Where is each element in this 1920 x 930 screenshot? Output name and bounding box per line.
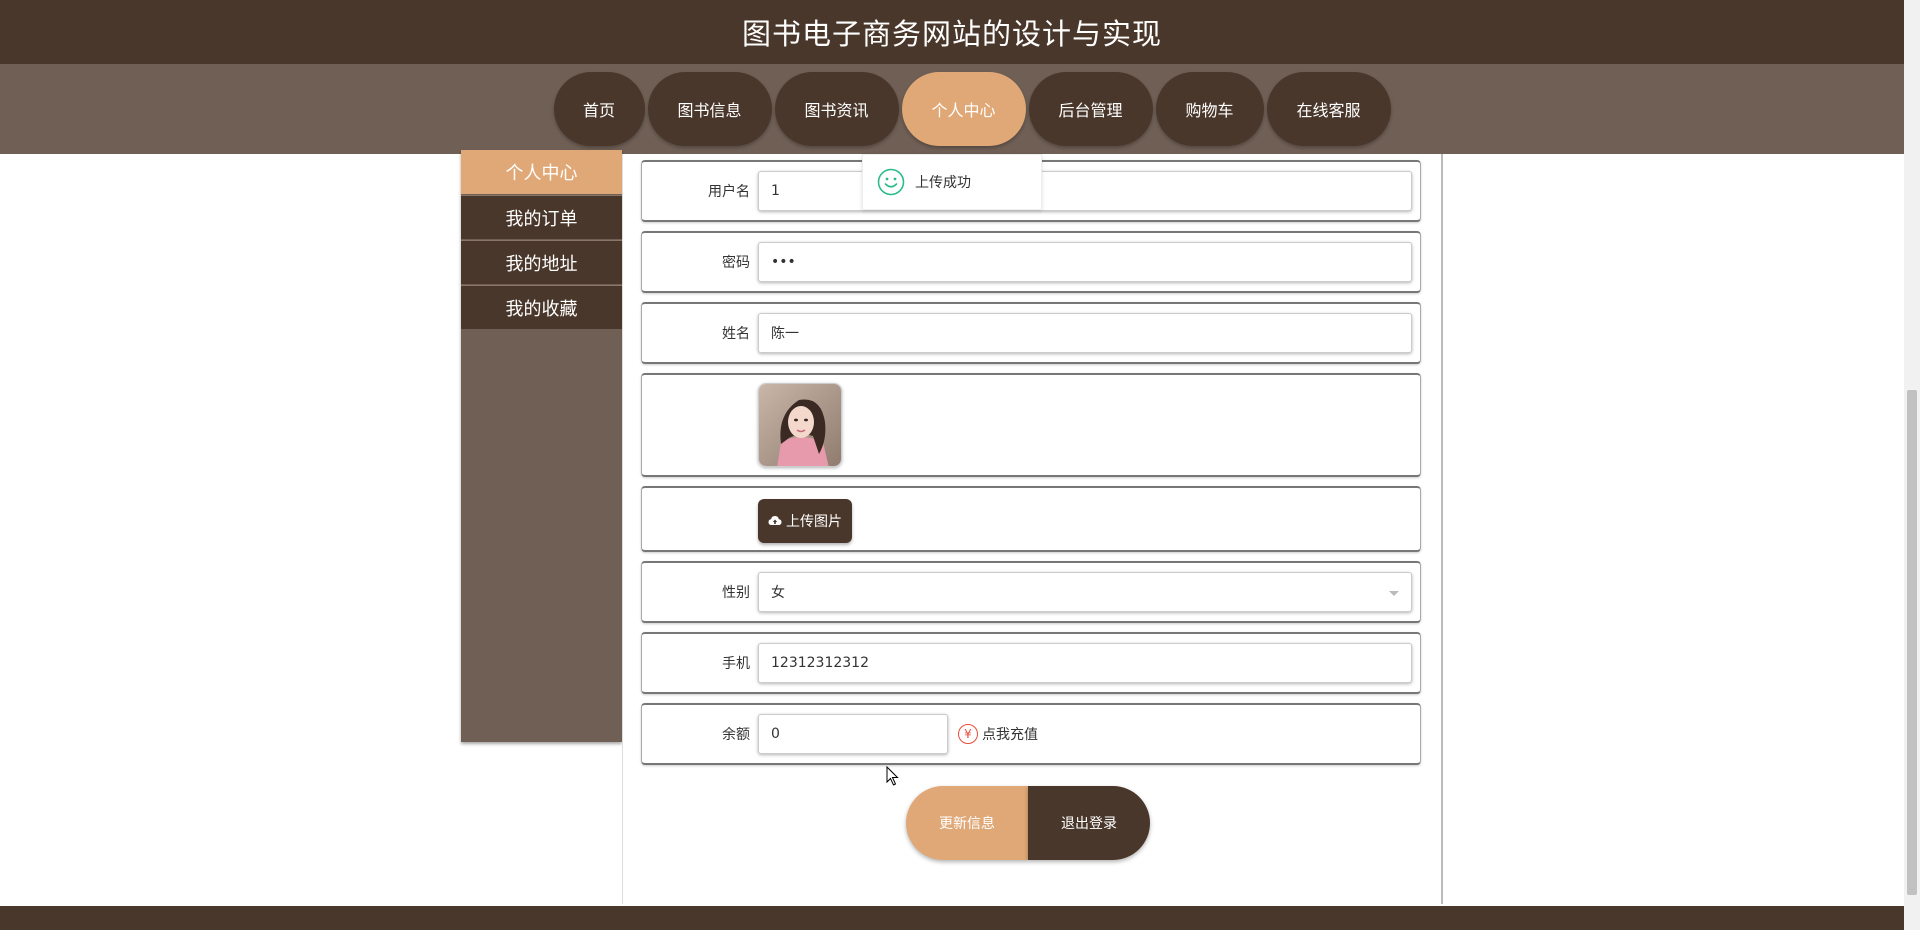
- cloud-upload-icon: [768, 516, 782, 525]
- avatar: [758, 383, 842, 467]
- gender-value: 女: [771, 585, 785, 601]
- nav-item-admin[interactable]: 后台管理: [1028, 72, 1153, 146]
- avatar-row: [641, 373, 1421, 477]
- site-header: 图书电子商务网站的设计与实现: [0, 0, 1904, 64]
- password-input[interactable]: •••: [758, 242, 1412, 282]
- upload-success-toast: 上传成功: [862, 154, 1042, 210]
- update-info-button[interactable]: 更新信息: [906, 786, 1028, 860]
- form-actions: 更新信息 退出登录: [906, 786, 1150, 860]
- phone-label: 手机: [722, 656, 750, 672]
- nav-item-book-news[interactable]: 图书资讯: [774, 72, 899, 146]
- nav-item-cart[interactable]: 购物车: [1155, 72, 1264, 146]
- yen-icon: ¥: [958, 724, 978, 744]
- upload-row: 上传图片: [641, 486, 1421, 552]
- phone-input[interactable]: 12312312312: [758, 643, 1412, 683]
- balance-row: 余额 0 ¥ 点我充值: [641, 703, 1421, 765]
- profile-form: 用户名 1 密码 ••• 姓名 陈一 上传图片 性别 女 手机 12312312…: [622, 154, 1443, 904]
- recharge-label: 点我充值: [982, 727, 1038, 743]
- balance-label: 余额: [722, 727, 750, 743]
- username-label: 用户名: [708, 184, 750, 200]
- logout-button[interactable]: 退出登录: [1028, 786, 1150, 860]
- smile-icon: [877, 168, 905, 196]
- avatar-image: [759, 384, 841, 466]
- phone-row: 手机 12312312312: [641, 632, 1421, 694]
- gender-label: 性别: [722, 585, 750, 601]
- password-row: 密码 •••: [641, 231, 1421, 293]
- nav-item-home[interactable]: 首页: [553, 72, 645, 146]
- recharge-link[interactable]: ¥ 点我充值: [958, 724, 1038, 744]
- name-row: 姓名 陈一: [641, 302, 1421, 364]
- username-input[interactable]: 1: [758, 171, 1412, 211]
- site-title: 图书电子商务网站的设计与实现: [741, 17, 1162, 51]
- nav-item-personal-center[interactable]: 个人中心: [901, 72, 1026, 146]
- name-input[interactable]: 陈一: [758, 313, 1412, 353]
- sidebar-item-orders[interactable]: 我的订单: [461, 195, 622, 239]
- sidebar-item-favorites[interactable]: 我的收藏: [461, 285, 622, 329]
- upload-image-label: 上传图片: [786, 514, 842, 530]
- nav-item-customer-service[interactable]: 在线客服: [1266, 72, 1391, 146]
- gender-row: 性别 女: [641, 561, 1421, 623]
- main-nav: 首页 图书信息 图书资讯 个人中心 后台管理 购物车 在线客服: [0, 64, 1904, 154]
- balance-input[interactable]: 0: [758, 714, 948, 754]
- gender-select[interactable]: 女: [758, 572, 1412, 612]
- page-scrollbar[interactable]: [1904, 0, 1920, 930]
- sidebar: 个人中心 我的订单 我的地址 我的收藏: [461, 150, 622, 742]
- name-label: 姓名: [722, 326, 750, 342]
- upload-image-button[interactable]: 上传图片: [758, 499, 852, 543]
- password-label: 密码: [722, 255, 750, 271]
- toast-message: 上传成功: [915, 175, 971, 191]
- mouse-cursor-icon: [886, 766, 899, 786]
- sidebar-item-personal-center[interactable]: 个人中心: [461, 150, 622, 194]
- site-footer: [0, 906, 1904, 930]
- chevron-down-icon: [1389, 591, 1399, 596]
- nav-item-book-info[interactable]: 图书信息: [647, 72, 772, 146]
- scrollbar-thumb[interactable]: [1907, 390, 1917, 895]
- sidebar-item-address[interactable]: 我的地址: [461, 240, 622, 284]
